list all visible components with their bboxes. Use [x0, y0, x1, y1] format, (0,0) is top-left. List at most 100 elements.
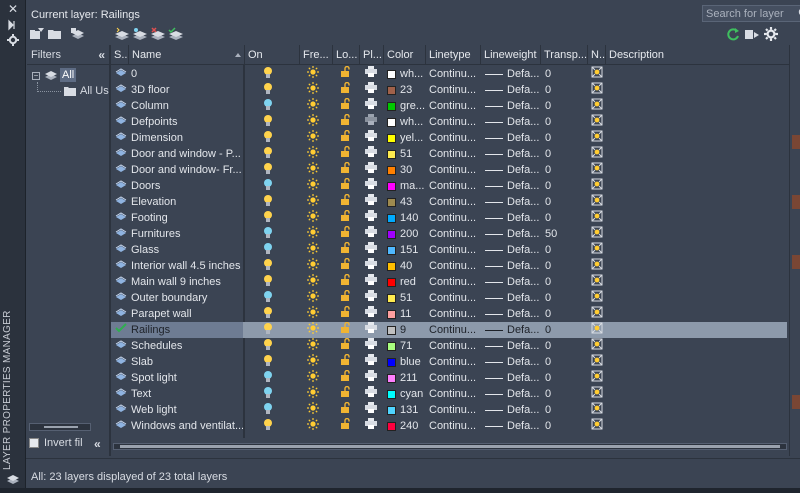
sun-icon[interactable] [307, 82, 321, 98]
col-color[interactable]: Color [384, 45, 426, 65]
layer-name[interactable]: Slab [131, 354, 243, 370]
new-group-filter-icon[interactable] [47, 27, 63, 41]
new-vp-freeze-icon[interactable] [591, 402, 605, 418]
unlock-icon[interactable] [340, 322, 354, 338]
sun-icon[interactable] [307, 114, 321, 130]
layer-linetype[interactable]: Continu... [429, 146, 481, 162]
layer-color[interactable]: 211 [387, 370, 427, 386]
printer-icon[interactable] [365, 338, 379, 354]
layer-linetype[interactable]: Continu... [429, 370, 481, 386]
layer-status-icon[interactable] [115, 114, 127, 130]
sun-icon[interactable] [307, 210, 321, 226]
lightbulb-icon[interactable] [263, 306, 277, 322]
printer-icon[interactable] [365, 114, 379, 130]
table-row[interactable]: Doors ma... Continu... Defa... 0 [111, 178, 789, 194]
layer-name[interactable]: Column [131, 98, 243, 114]
new-vp-freeze-icon[interactable] [591, 370, 605, 386]
unlock-icon[interactable] [340, 146, 354, 162]
unlock-icon[interactable] [340, 194, 354, 210]
layer-name[interactable]: Railings [131, 322, 243, 338]
printer-icon[interactable] [365, 418, 379, 434]
layer-color[interactable]: 151 [387, 242, 427, 258]
layer-linetype[interactable]: Continu... [429, 178, 481, 194]
sun-icon[interactable] [307, 338, 321, 354]
layer-lineweight[interactable]: Defa... [484, 242, 544, 258]
scroll-thumb[interactable] [120, 445, 780, 448]
layer-status-icon[interactable] [115, 290, 127, 306]
unlock-icon[interactable] [340, 354, 354, 370]
layer-color[interactable]: 240 [387, 418, 427, 434]
layer-lineweight[interactable]: Defa... [484, 226, 544, 242]
layer-lineweight[interactable]: Defa... [484, 386, 544, 402]
new-vp-freeze-icon[interactable] [591, 146, 605, 162]
table-row[interactable]: 0 wh... Continu... Defa... 0 [111, 66, 789, 82]
layer-transparency[interactable]: 0 [545, 386, 585, 402]
layer-color[interactable]: 23 [387, 82, 427, 98]
new-vp-freeze-icon[interactable] [591, 114, 605, 130]
lightbulb-icon[interactable] [263, 386, 277, 402]
layers-icon[interactable] [6, 472, 20, 486]
layer-transparency[interactable]: 0 [545, 66, 585, 82]
table-row[interactable]: Interior wall 4.5 inches 40 Continu... Defa… [111, 258, 789, 274]
layer-color[interactable]: ma... [387, 178, 427, 194]
layer-transparency[interactable]: 0 [545, 162, 585, 178]
lightbulb-icon[interactable] [263, 130, 277, 146]
layer-status-icon[interactable] [115, 178, 127, 194]
layer-linetype[interactable]: Continu... [429, 130, 481, 146]
layer-lineweight[interactable]: Defa... [484, 146, 544, 162]
refresh-icon[interactable] [725, 27, 741, 41]
lightbulb-icon[interactable] [263, 338, 277, 354]
sun-icon[interactable] [307, 370, 321, 386]
settings-icon[interactable] [6, 33, 20, 47]
sun-icon[interactable] [307, 354, 321, 370]
col-on[interactable]: On [245, 45, 300, 65]
layer-color[interactable]: blue [387, 354, 427, 370]
printer-icon[interactable] [365, 370, 379, 386]
layer-linetype[interactable]: Continu... [429, 210, 481, 226]
pin-icon[interactable] [6, 18, 20, 32]
layer-transparency[interactable]: 0 [545, 178, 585, 194]
layer-transparency[interactable]: 0 [545, 258, 585, 274]
layer-color[interactable]: 51 [387, 290, 427, 306]
new-property-filter-icon[interactable] [29, 27, 45, 41]
layer-status-icon[interactable] [115, 274, 127, 290]
delete-layer-icon[interactable] [150, 27, 166, 41]
layer-transparency[interactable]: 0 [545, 242, 585, 258]
lightbulb-icon[interactable] [263, 418, 277, 434]
layer-lineweight[interactable]: Defa... [484, 66, 544, 82]
lightbulb-icon[interactable] [263, 242, 277, 258]
sun-icon[interactable] [307, 386, 321, 402]
layer-linetype[interactable]: Continu... [429, 226, 481, 242]
collapse-tree-icon[interactable]: − [32, 72, 40, 80]
layer-lineweight[interactable]: Defa... [484, 354, 544, 370]
unlock-icon[interactable] [340, 306, 354, 322]
printer-icon[interactable] [365, 290, 379, 306]
collapse-filters-bottom-button[interactable]: « [94, 437, 101, 451]
sun-icon[interactable] [307, 402, 321, 418]
printer-icon[interactable] [365, 162, 379, 178]
lightbulb-icon[interactable] [263, 258, 277, 274]
layer-transparency[interactable]: 0 [545, 274, 585, 290]
layer-color[interactable]: wh... [387, 114, 427, 130]
layer-linetype[interactable]: Continu... [429, 290, 481, 306]
new-vp-freeze-icon[interactable] [591, 98, 605, 114]
layer-color[interactable]: 200 [387, 226, 427, 242]
col-name[interactable]: Name [129, 45, 245, 65]
layer-lineweight[interactable]: Defa... [484, 194, 544, 210]
col-status[interactable]: S... [111, 45, 129, 65]
layer-color[interactable]: 131 [387, 402, 427, 418]
layer-states-manager-icon[interactable] [70, 27, 86, 41]
layer-name[interactable]: Schedules [131, 338, 243, 354]
layer-name[interactable]: Parapet wall [131, 306, 243, 322]
layer-display-icon[interactable] [744, 27, 760, 41]
layer-lineweight[interactable]: Defa... [484, 306, 544, 322]
layer-transparency[interactable]: 0 [545, 114, 585, 130]
lightbulb-icon[interactable] [263, 290, 277, 306]
printer-icon[interactable] [365, 242, 379, 258]
col-lock[interactable]: Lo... [333, 45, 360, 65]
layer-color[interactable]: wh... [387, 66, 427, 82]
unlock-icon[interactable] [340, 130, 354, 146]
layer-lineweight[interactable]: Defa... [484, 338, 544, 354]
layer-linetype[interactable]: Continu... [429, 98, 481, 114]
layer-linetype[interactable]: Continu... [429, 66, 481, 82]
